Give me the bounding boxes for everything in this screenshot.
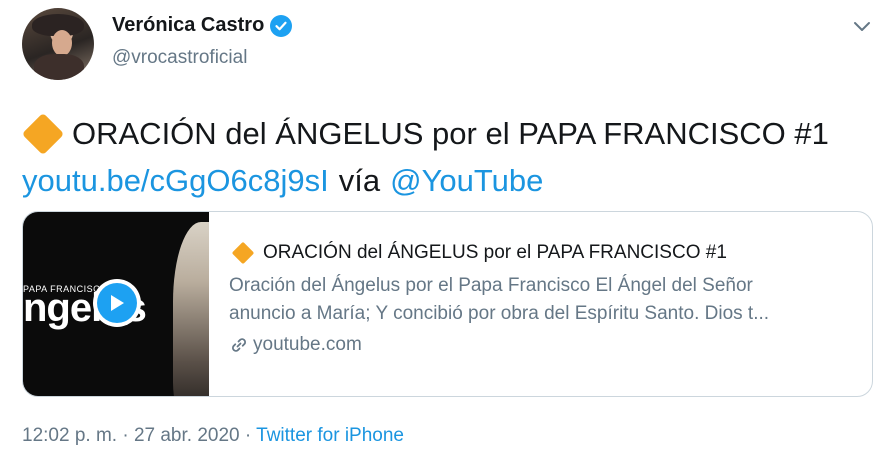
card-description-line1: Oración del Ángelus por el Papa Francisc… <box>229 275 753 296</box>
tweet-source[interactable]: Twitter for iPhone <box>256 425 404 446</box>
card-title-text: ORACIÓN del ÁNGELUS por el PAPA FRANCISC… <box>263 242 727 263</box>
card-description-line2: anuncio a María; Y concibió por obra del… <box>229 303 770 324</box>
author-handle[interactable]: @vrocastroficial <box>112 47 247 69</box>
card-body: ORACIÓN del ÁNGELUS por el PAPA FRANCISC… <box>209 212 869 396</box>
tweet-link[interactable]: youtu.be/cGgO6c8j9sI <box>22 157 329 204</box>
play-button[interactable] <box>93 279 141 327</box>
link-icon <box>232 338 246 352</box>
video-thumbnail[interactable]: PAPA FRANCISCO ngelus <box>23 212 209 396</box>
card-domain: youtube.com <box>229 334 869 356</box>
author-avatar[interactable] <box>22 8 94 80</box>
tweet-text-line1: ORACIÓN del ÁNGELUS por el PAPA FRANCISC… <box>72 116 829 151</box>
avatar-face <box>52 30 72 56</box>
tweet-mention[interactable]: @YouTube <box>390 157 543 204</box>
tweet-text: ORACIÓN del ÁNGELUS por el PAPA FRANCISC… <box>21 110 829 204</box>
tweet-date[interactable]: 27 abr. 2020 <box>134 425 240 446</box>
thumbnail-figure <box>173 222 209 396</box>
orange-diamond-icon <box>21 112 65 155</box>
tweet-via: vía <box>338 163 381 198</box>
author-name-row: Verónica Castro <box>112 14 293 37</box>
meta-separator: · <box>244 425 252 446</box>
card-domain-text: youtube.com <box>253 334 362 355</box>
tweet-time[interactable]: 12:02 p. m. <box>22 425 117 446</box>
card-title: ORACIÓN del ÁNGELUS por el PAPA FRANCISC… <box>229 241 869 265</box>
play-icon <box>97 283 137 323</box>
verified-badge-icon <box>270 14 293 37</box>
avatar-body <box>34 54 84 80</box>
author-display-name[interactable]: Verónica Castro <box>112 14 264 37</box>
orange-diamond-icon <box>231 241 255 265</box>
meta-separator: · <box>122 425 129 446</box>
chevron-down-icon[interactable] <box>852 16 872 36</box>
tweet-metadata: 12:02 p. m. · 27 abr. 2020 · Twitter for… <box>22 425 404 447</box>
link-preview-card[interactable]: PAPA FRANCISCO ngelus ORACIÓN del ÁNGELU… <box>22 211 873 397</box>
